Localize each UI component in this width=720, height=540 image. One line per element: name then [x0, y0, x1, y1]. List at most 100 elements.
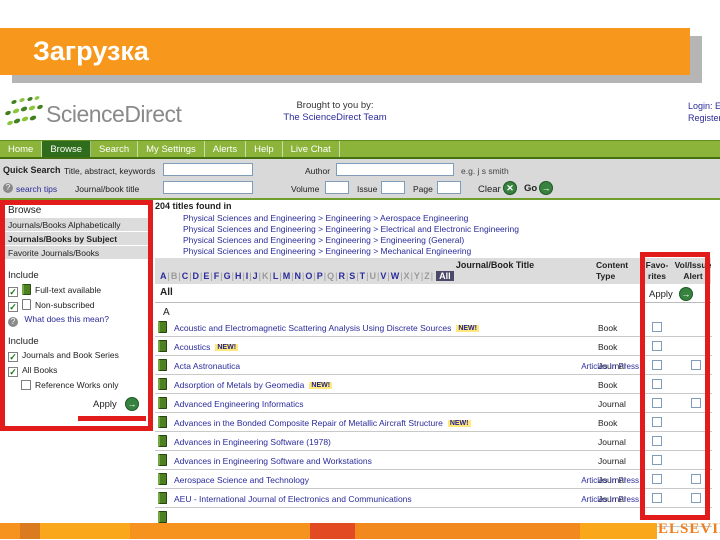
nav-tab-live-chat[interactable]: Live Chat [283, 141, 340, 157]
alphabet-letter-c[interactable]: C [182, 271, 189, 281]
journal-book-title-input[interactable] [163, 181, 253, 194]
alphabet-letter-b[interactable]: B [171, 271, 178, 281]
row-title-link[interactable]: Advances in Engineering Software (1978) [174, 432, 331, 447]
alphabet-separator: | [249, 271, 252, 281]
row-title-link[interactable]: Acta Astronautica [174, 356, 240, 371]
row-title-link[interactable]: Advances in Engineering Software and Wor… [174, 451, 372, 466]
alphabet-letter-g[interactable]: G [224, 271, 231, 281]
quick-search-band: Quick Search Title, abstract, keywords A… [0, 159, 720, 200]
alphabet-letter-t[interactable]: T [360, 271, 366, 281]
slide-title: Загрузка [33, 36, 149, 66]
row-title-link[interactable]: Adsorption of Metals by Geomedia [174, 375, 304, 390]
alphabet-letter-l[interactable]: L [273, 271, 279, 281]
content-type: Book [598, 418, 618, 428]
alphabet-separator: | [269, 271, 272, 281]
clear-label: Clear [478, 184, 501, 195]
articles-in-press-link[interactable]: Articles In Press [581, 476, 639, 485]
alphabet-letter-u[interactable]: U [370, 271, 377, 281]
search-tips-link[interactable]: search tips [16, 184, 57, 194]
nav-tab-my-settings[interactable]: My Settings [138, 141, 205, 157]
row-title-link[interactable]: Advanced Engineering Informatics [174, 394, 303, 409]
author-hint: e.g. j s smith [461, 166, 509, 176]
alphabet-separator: | [279, 271, 282, 281]
table-row: Advances in Engineering Software (1978) J… [155, 432, 712, 451]
alphabet-letter-k[interactable]: K [262, 271, 269, 281]
alphabet-letter-y[interactable]: Y [414, 271, 420, 281]
alphabet-letter-all[interactable]: All [436, 271, 454, 281]
footer-band-segment [355, 523, 580, 539]
articles-in-press-link[interactable]: Articles In Press [581, 495, 639, 504]
alphabet-letter-h[interactable]: H [235, 271, 242, 281]
title-abstract-keywords-input[interactable] [163, 163, 253, 176]
help-icon[interactable]: ? [3, 183, 13, 193]
go-label: Go [524, 183, 538, 194]
alphabet-letter-i[interactable]: I [246, 271, 249, 281]
issue-input[interactable] [381, 181, 405, 194]
volume-input[interactable] [325, 181, 349, 194]
new-badge: NEW! [447, 420, 471, 427]
alphabet-letter-p[interactable]: P [317, 271, 323, 281]
page-label: Page [413, 184, 433, 194]
footer-band-segment [580, 523, 657, 539]
category-breadcrumb[interactable]: Physical Sciences and Engineering > Engi… [183, 235, 464, 245]
alphabet-letter-o[interactable]: O [305, 271, 312, 281]
table-row: Adsorption of Metals by Geomedia NEW! Book [155, 375, 712, 394]
nav-tab-browse[interactable]: Browse [42, 141, 92, 157]
alphabet-letter-w[interactable]: W [391, 271, 400, 281]
alphabet-letter-f[interactable]: F [214, 271, 220, 281]
slide-title-bar: Загрузка [0, 28, 690, 75]
category-breadcrumb[interactable]: Physical Sciences and Engineering > Engi… [183, 213, 468, 223]
footer-band-segment [310, 523, 355, 539]
content-type: Book [598, 380, 618, 390]
author-input[interactable] [336, 163, 454, 176]
alphabet-letter-n[interactable]: N [295, 271, 302, 281]
alphabet-letter-x[interactable]: X [404, 271, 410, 281]
row-title-link[interactable]: Acoustic and Electromagnetic Scattering … [174, 318, 451, 333]
row-title-link[interactable]: Aerospace Science and Technology [174, 470, 309, 485]
page-input[interactable] [437, 181, 461, 194]
go-button[interactable]: → [539, 181, 553, 195]
alphabet-separator: | [387, 271, 390, 281]
category-breadcrumb[interactable]: Physical Sciences and Engineering > Engi… [183, 224, 519, 234]
table-row: Advances in Engineering Software and Wor… [155, 451, 712, 470]
content-type: Journal [598, 399, 626, 409]
alphabet-letter-q[interactable]: Q [327, 271, 334, 281]
brought-to-you-by: Brought to you by: The ScienceDirect Tea… [250, 100, 420, 124]
alphabet-letter-s[interactable]: S [349, 271, 355, 281]
alphabet-letter-d[interactable]: D [193, 271, 200, 281]
nav-bar: Home Browse Search My Settings Alerts He… [0, 140, 720, 159]
brought-team-link[interactable]: The ScienceDirect Team [250, 112, 420, 124]
row-title-link[interactable]: Advances in the Bonded Composite Repair … [174, 413, 443, 428]
content-type: Journal [598, 437, 626, 447]
alphabet-separator: | [178, 271, 181, 281]
category-breadcrumb[interactable]: Physical Sciences and Engineering > Engi… [183, 246, 471, 256]
nav-tab-search[interactable]: Search [91, 141, 139, 157]
nav-tab-help[interactable]: Help [246, 141, 283, 157]
alphabet-separator: | [356, 271, 359, 281]
row-title-link[interactable]: AEU - International Journal of Electroni… [174, 489, 412, 504]
alphabet-separator: | [258, 271, 261, 281]
book-icon [158, 359, 167, 371]
login-link[interactable]: Login: E [688, 100, 720, 112]
results-rows: Acoustic and Electromagnetic Scattering … [155, 318, 712, 527]
clear-button[interactable]: ✕ [503, 181, 517, 195]
alphabet-letter-j[interactable]: J [253, 271, 258, 281]
brought-line1: Brought to you by: [296, 100, 374, 111]
divider [155, 302, 711, 303]
alphabet-letter-v[interactable]: V [380, 271, 386, 281]
alphabet-letter-r[interactable]: R [338, 271, 345, 281]
alphabet-bar: A|B|C|D|E|F|G|H|I|J|K|L|M|N|O|P|Q|R|S|T|… [160, 271, 454, 281]
footer-band-segment [40, 523, 130, 539]
nav-tab-home[interactable]: Home [0, 141, 43, 157]
articles-in-press-link[interactable]: Articles In Press [581, 362, 639, 371]
nav-tab-alerts[interactable]: Alerts [205, 141, 247, 157]
alphabet-letter-e[interactable]: E [203, 271, 209, 281]
row-title-link[interactable]: Acoustics [174, 337, 210, 352]
elsevier-logo: ELSEVIER [658, 521, 720, 537]
register-link[interactable]: Register [688, 112, 720, 124]
apply-annotation-underline [78, 416, 146, 421]
alphabet-letter-a[interactable]: A [160, 271, 167, 281]
alphabet-letter-z[interactable]: Z [424, 271, 430, 281]
alphabet-letter-m[interactable]: M [283, 271, 291, 281]
section-letter: A [163, 307, 170, 318]
